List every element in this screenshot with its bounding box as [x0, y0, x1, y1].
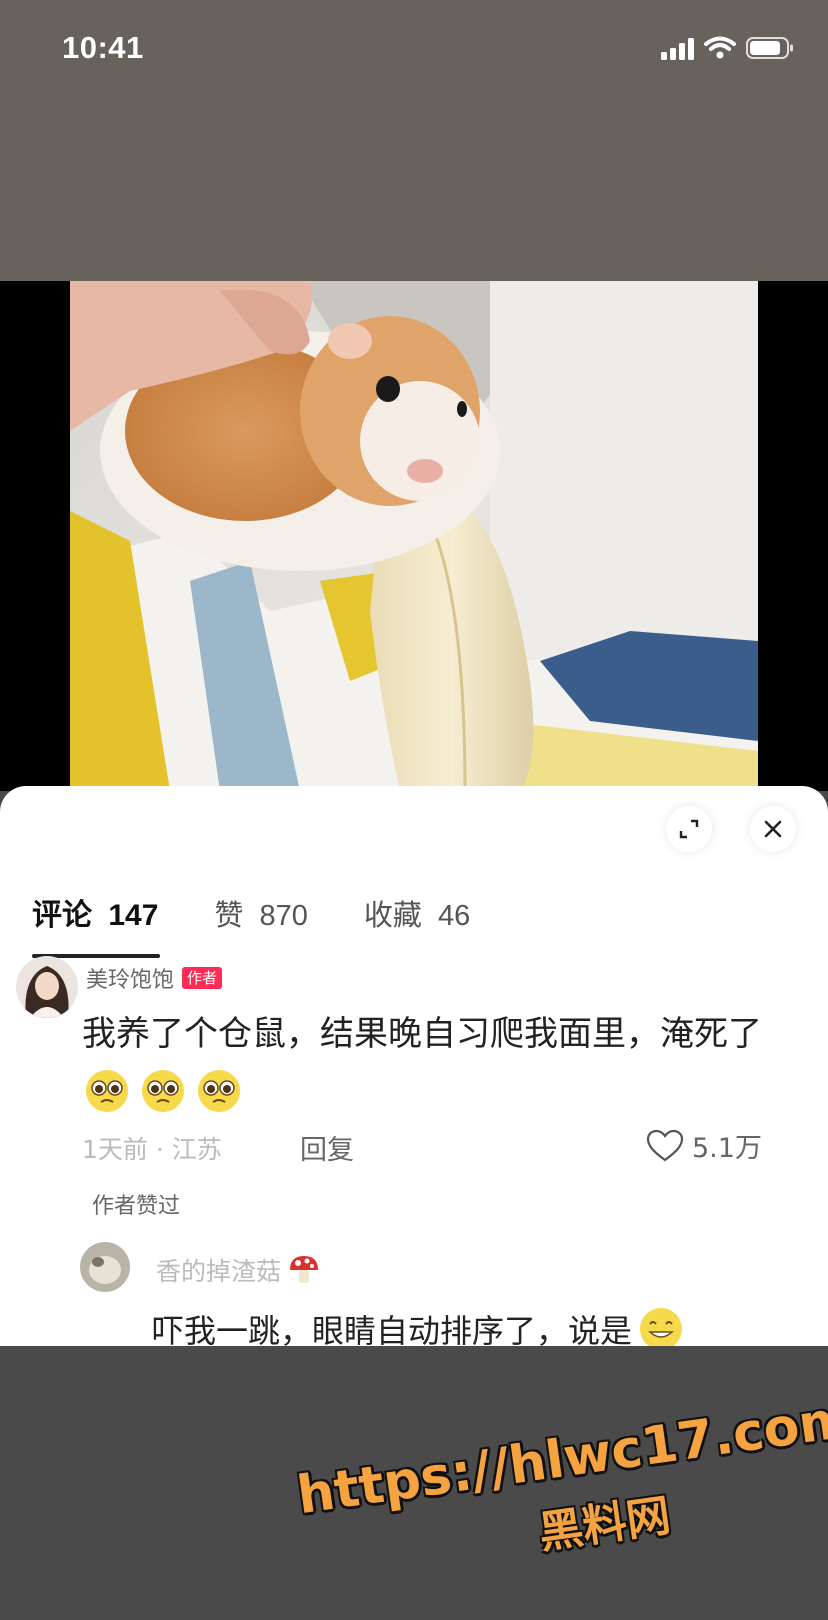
tab-likes-label: 赞 — [214, 900, 244, 932]
pleading-face-icon — [142, 1070, 184, 1112]
avatar[interactable] — [16, 956, 78, 1018]
tab-favorites[interactable]: 收藏 46 — [364, 892, 470, 934]
pleading-face-icon — [86, 1070, 128, 1112]
comment-text: 我养了个仓鼠，结果晚自习爬我面里，淹死了 — [82, 1014, 762, 1054]
username[interactable]: 美玲饱饱 — [86, 962, 174, 994]
expand-icon — [679, 819, 699, 839]
reply-button[interactable]: 回复 — [300, 1128, 354, 1167]
username[interactable]: 香的掉渣菇 — [156, 1252, 281, 1288]
tab-likes-count: 870 — [259, 900, 308, 932]
tab-favorites-label: 收藏 — [363, 900, 422, 932]
comment-author: 美玲饱饱 作者 — [86, 962, 223, 994]
expand-button[interactable] — [666, 806, 712, 852]
top-background: 10:41 — [0, 0, 828, 281]
comment-text-content: 吓我一跳，眼睛自动排序了，说是 — [152, 1312, 633, 1346]
hamster-photo — [70, 281, 758, 791]
author-badge: 作者 — [182, 967, 223, 989]
close-button[interactable] — [750, 806, 796, 852]
watermark: https://hlwc17.com 黑料网 — [294, 1389, 828, 1593]
photo-band — [0, 281, 828, 791]
close-icon — [764, 820, 782, 838]
grinning-face-icon — [640, 1308, 683, 1346]
avatar[interactable] — [80, 1242, 130, 1292]
comment-author: 香的掉渣菇 — [156, 1252, 321, 1288]
tabs: 评论 147 赞 870 收藏 46 — [32, 890, 526, 934]
mushroom-icon — [290, 1256, 319, 1283]
tab-comments-label: 评论 — [32, 899, 92, 932]
cellular-signal-icon — [661, 36, 694, 60]
battery-icon — [746, 37, 793, 59]
author-liked-label: 作者赞过 — [92, 1194, 181, 1219]
tab-likes[interactable]: 赞 870 — [214, 892, 307, 934]
emoji-row — [84, 1068, 242, 1114]
comment-meta: 1天前 · 江苏 — [82, 1135, 222, 1164]
heart-icon — [646, 1129, 684, 1161]
like-count: 5.1万 — [692, 1133, 762, 1164]
like-button[interactable]: 5.1万 — [646, 1126, 762, 1165]
pleading-face-icon — [198, 1070, 240, 1112]
tab-favorites-count: 46 — [437, 900, 471, 932]
status-icons — [661, 36, 794, 60]
wifi-icon — [704, 36, 736, 59]
tab-comments-count: 147 — [108, 899, 159, 932]
comment-sheet: 评论 147 赞 870 收藏 46 美玲饱饱 作者 我养了个仓鼠，结果晚自习爬… — [0, 786, 828, 1346]
status-time: 10:41 — [62, 30, 144, 65]
tab-comments[interactable]: 评论 147 — [32, 890, 158, 934]
comment-text: 吓我一跳，眼睛自动排序了，说是 — [152, 1306, 684, 1346]
